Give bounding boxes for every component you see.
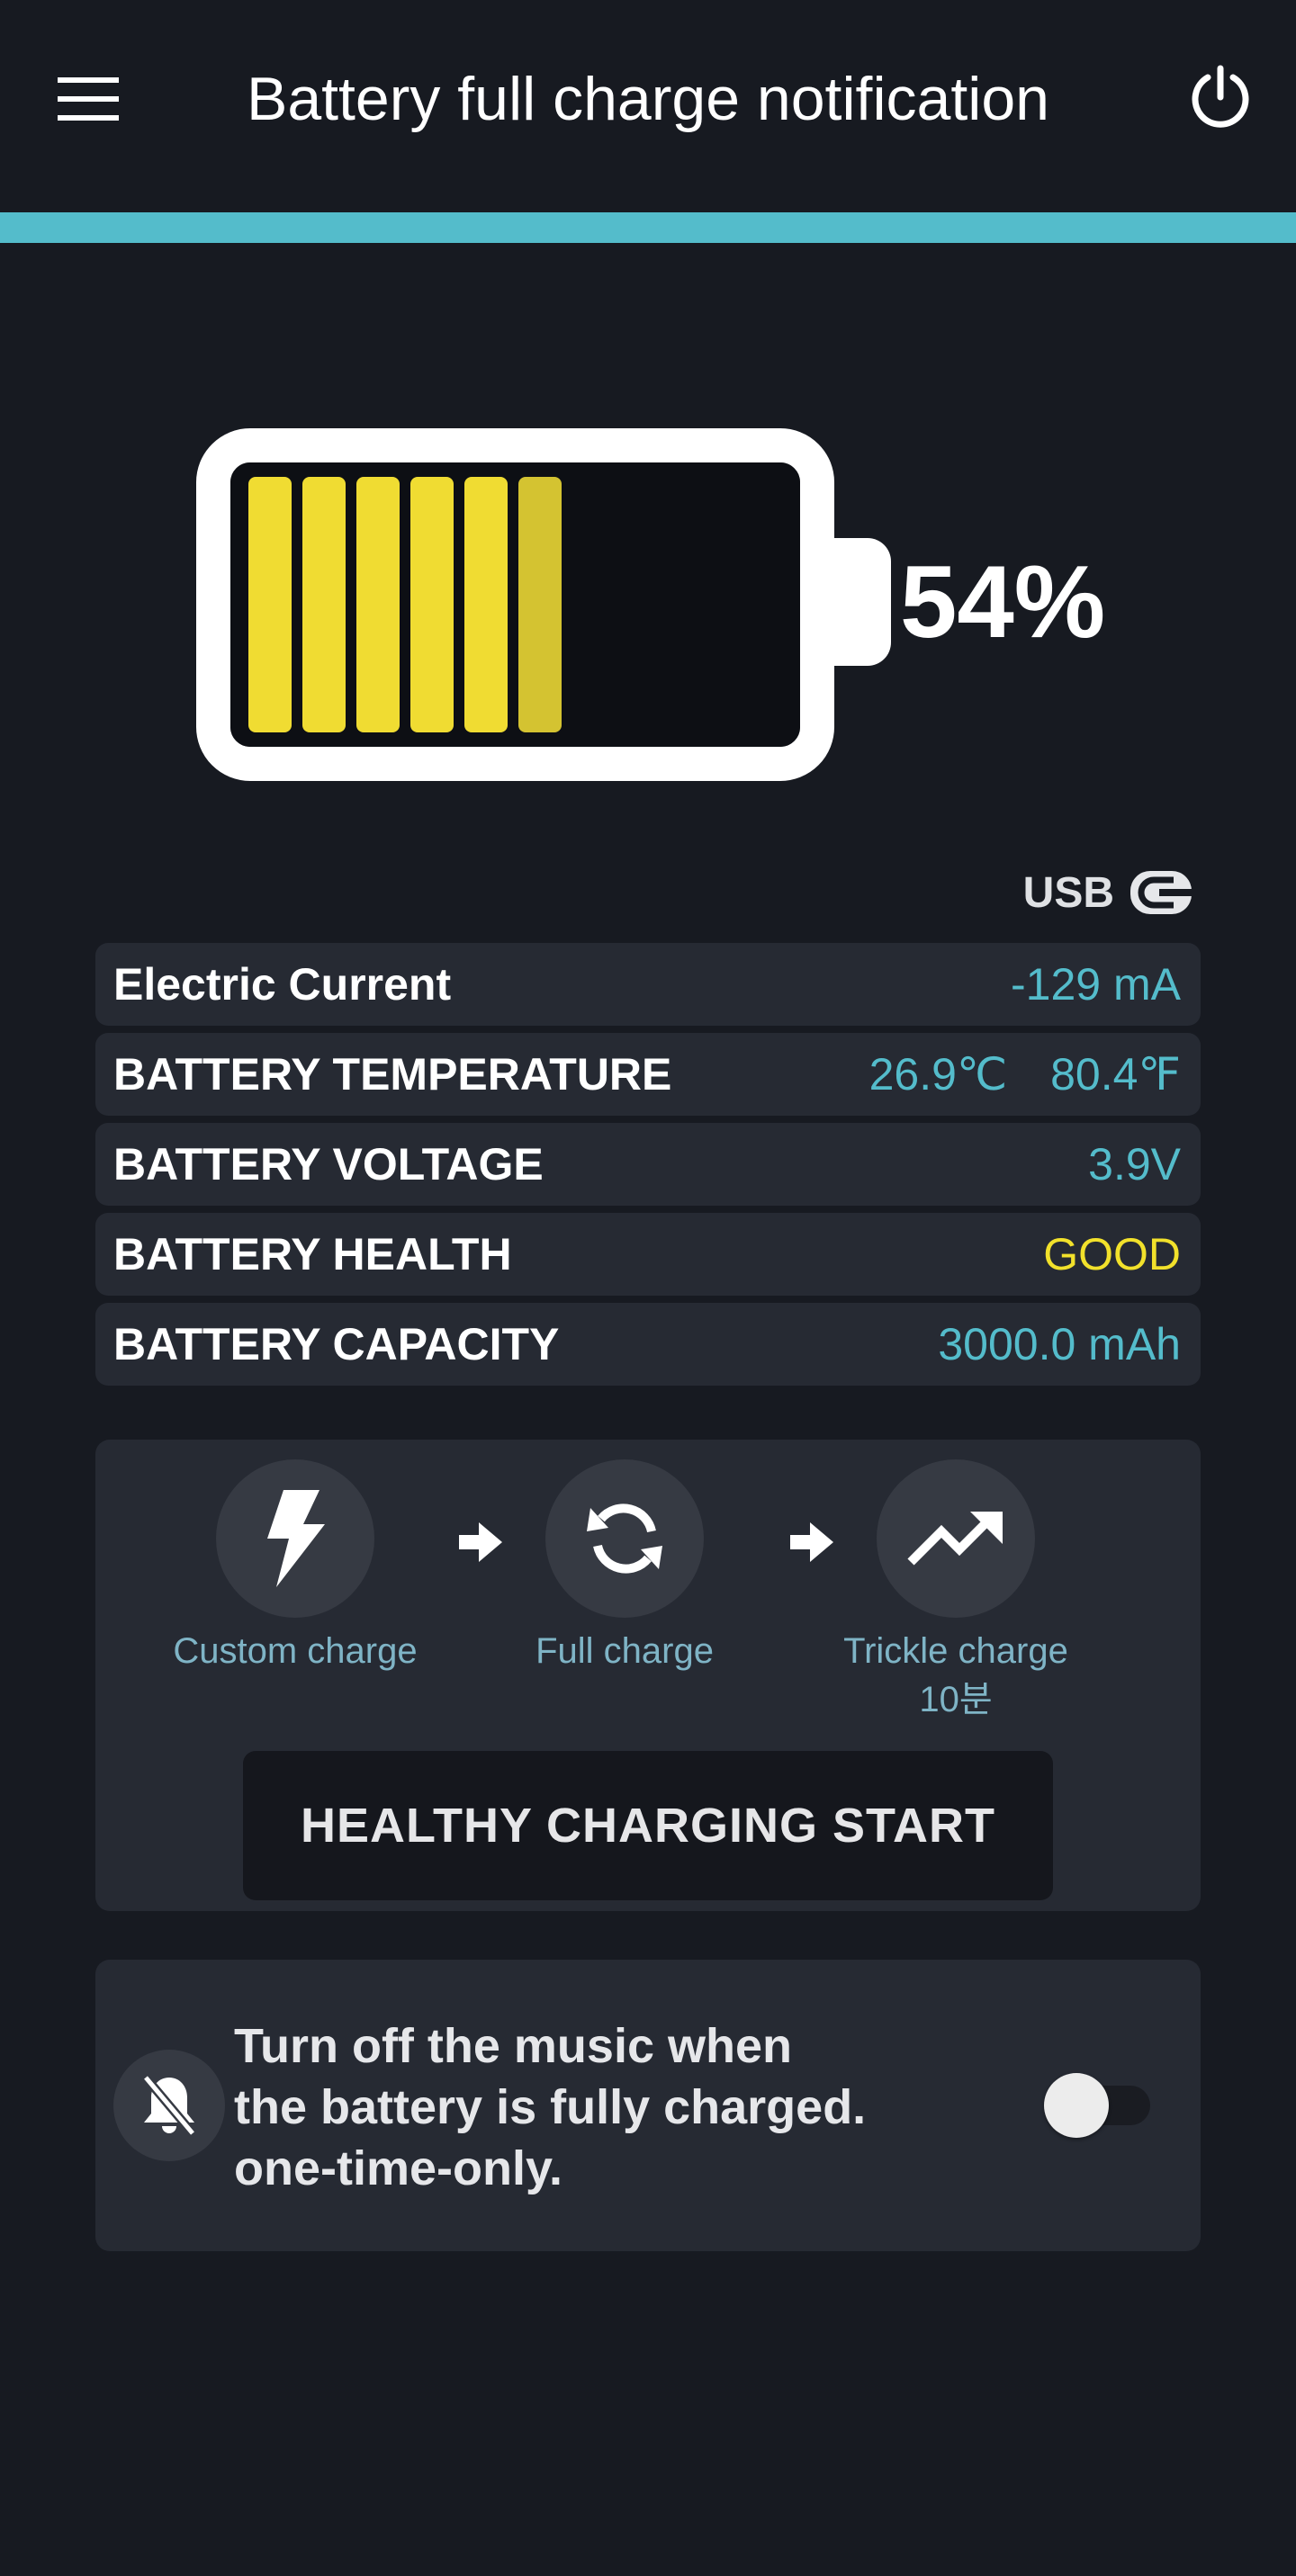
hamburger-menu-icon <box>58 77 119 121</box>
voltage-value: 3.9V <box>1088 1139 1181 1189</box>
step-full-charge-circle <box>545 1459 704 1618</box>
current-label: Electric Current <box>113 959 452 1010</box>
bell-off-icon <box>142 2074 196 2137</box>
music-off-line-1: Turn off the music when <box>234 2019 792 2073</box>
battery-cell <box>518 477 562 732</box>
battery-cell <box>464 477 508 732</box>
temperature-label: BATTERY TEMPERATURE <box>113 1049 672 1100</box>
refresh-cycle-icon <box>587 1503 662 1574</box>
app-title: Battery full charge notification <box>246 65 1050 133</box>
step-custom-charge-label: Custom charge <box>173 1631 418 1671</box>
power-source: USB <box>1023 862 1195 923</box>
bell-off-circle <box>113 2050 225 2161</box>
usb-plug-icon <box>1130 871 1192 914</box>
battery-percent: 54% <box>900 545 1106 660</box>
accent-divider <box>0 212 1296 243</box>
music-off-line-3: one-time-only. <box>234 2141 563 2195</box>
music-off-description: Turn off the music when the battery is f… <box>234 2015 972 2199</box>
step-full-charge-label: Full charge <box>536 1631 714 1671</box>
battery-cells <box>248 477 782 732</box>
health-value: GOOD <box>1043 1229 1181 1279</box>
step-trickle-charge-label: Trickle charge <box>843 1631 1068 1671</box>
info-row-capacity: BATTERY CAPACITY 3000.0 mAh <box>95 1303 1201 1386</box>
battery-cell <box>410 477 454 732</box>
battery-level-graphic <box>196 428 834 781</box>
info-row-current: Electric Current -129 mA <box>95 943 1201 1026</box>
info-row-voltage: BATTERY VOLTAGE 3.9V <box>95 1123 1201 1206</box>
voltage-label: BATTERY VOLTAGE <box>113 1139 544 1189</box>
info-row-health: BATTERY HEALTH GOOD <box>95 1213 1201 1296</box>
music-off-line-2: the battery is fully charged. <box>234 2080 867 2134</box>
toggle-knob <box>1044 2073 1109 2138</box>
step-custom-charge[interactable]: Custom charge <box>151 1459 439 1675</box>
current-value: -129 mA <box>1011 959 1181 1010</box>
capacity-label: BATTERY CAPACITY <box>113 1319 560 1369</box>
battery-cell <box>248 477 292 732</box>
menu-button[interactable] <box>36 47 140 151</box>
step-trickle-charge[interactable]: Trickle charge 10분 <box>812 1459 1100 1724</box>
app-bar: Battery full charge notification <box>0 0 1296 212</box>
capacity-value: 3000.0 mAh <box>938 1319 1181 1369</box>
music-off-option-card: Turn off the music when the battery is f… <box>95 1960 1201 2251</box>
battery-inner <box>230 462 800 747</box>
battery-cell <box>302 477 346 732</box>
step-trickle-charge-circle <box>877 1459 1035 1618</box>
step-full-charge[interactable]: Full charge <box>481 1459 769 1675</box>
temperature-celsius: 26.9℃ <box>868 1049 1008 1100</box>
battery-info-list: Electric Current -129 mA BATTERY TEMPERA… <box>95 943 1201 1393</box>
health-label: BATTERY HEALTH <box>113 1229 512 1279</box>
power-source-label: USB <box>1022 868 1114 917</box>
lightning-icon <box>267 1490 325 1587</box>
power-icon <box>1192 65 1249 128</box>
healthy-charging-start-button[interactable]: HEALTHY CHARGING START <box>243 1751 1053 1900</box>
charging-mode-card: Custom charge Full charge Trickle charge… <box>95 1440 1201 1911</box>
step-custom-charge-circle <box>216 1459 374 1618</box>
power-button[interactable] <box>1166 43 1274 151</box>
step-trickle-charge-duration: 10분 <box>919 1680 993 1719</box>
battery-cell <box>356 477 400 732</box>
temperature-values: 26.9℃ 80.4℉ <box>869 1048 1181 1100</box>
info-row-temperature: BATTERY TEMPERATURE 26.9℃ 80.4℉ <box>95 1033 1201 1116</box>
battery-terminal <box>833 538 891 666</box>
trending-up-icon <box>907 1512 1003 1566</box>
music-off-toggle[interactable] <box>1044 2071 1154 2140</box>
temperature-fahrenheit: 80.4℉ <box>1050 1049 1181 1100</box>
